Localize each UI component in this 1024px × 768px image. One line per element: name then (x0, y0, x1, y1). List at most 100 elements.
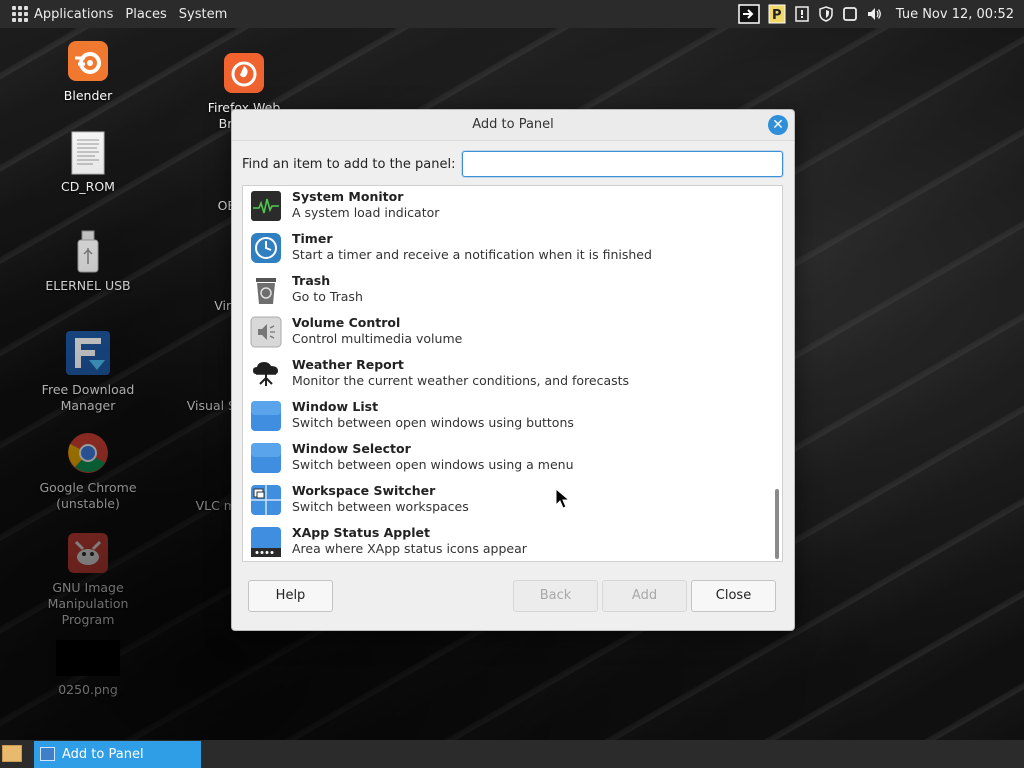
item-description: Area where XApp status icons appear (292, 541, 527, 556)
places-menu-label: Places (125, 6, 167, 22)
blender-icon (67, 40, 109, 82)
item-description: Switch between open windows using button… (292, 415, 574, 430)
item-description: Start a timer and receive a notification… (292, 247, 652, 262)
update-notifier-icon[interactable] (794, 6, 810, 22)
system-tray: P Tue Nov 12, 00:52 (738, 0, 1014, 28)
image-thumbnail-icon (56, 640, 120, 676)
desktop-icon-label: ELERNEL USB (45, 278, 131, 293)
item-name: Volume Control (292, 315, 401, 330)
applications-menu[interactable]: Applications (0, 0, 119, 28)
item-description: Switch between workspaces (292, 499, 469, 514)
item-name: Timer (292, 231, 333, 246)
chrome-icon (67, 432, 109, 474)
close-button[interactable]: Close (691, 580, 776, 612)
shield-icon[interactable] (818, 6, 834, 22)
search-row: Find an item to add to the panel: (242, 150, 783, 178)
app-grid-icon (12, 6, 28, 22)
close-icon[interactable]: ✕ (768, 115, 788, 135)
document-icon (67, 131, 109, 175)
window-icon[interactable] (842, 6, 858, 22)
taskbar-item-add-to-panel[interactable]: Add to Panel (34, 741, 201, 768)
list-item-window-list[interactable]: Window List Switch between open windows … (243, 396, 763, 438)
list-item-system-monitor[interactable]: System Monitor A system load indicator (243, 186, 763, 228)
usb-drive-icon (67, 230, 109, 273)
desktop-icon-label: 0250.png (58, 682, 118, 697)
timer-icon (250, 232, 282, 264)
desktop-icon-label: Google Chrome (unstable) (39, 480, 137, 511)
applications-menu-label: Applications (34, 6, 114, 22)
pin-icon[interactable]: P (768, 4, 786, 24)
desktop-icon-google-chrome[interactable]: Google Chrome (unstable) (33, 432, 143, 512)
item-name: Workspace Switcher (292, 483, 436, 498)
back-button[interactable]: Back (513, 580, 598, 612)
desktop-icon-label: CD_ROM (61, 179, 115, 194)
desktop-icon-free-download-manager[interactable]: Free Download Manager (33, 330, 143, 414)
add-button[interactable]: Add (602, 580, 687, 612)
clock[interactable]: Tue Nov 12, 00:52 (896, 7, 1014, 22)
desktop-icon-vlc[interactable]: VLC m (166, 498, 236, 514)
item-name: Trash (292, 273, 331, 288)
search-input[interactable] (461, 151, 783, 177)
applet-list[interactable]: System Monitor A system load indicator T… (242, 185, 783, 562)
desktop-icon-png-file[interactable]: 0250.png (33, 640, 143, 698)
desktop-icon-label: VLC m (195, 498, 236, 513)
desktop-icon-virtualbox[interactable]: Virt (176, 298, 236, 314)
workspace-switcher-icon (250, 484, 282, 516)
list-item-workspace-switcher[interactable]: Workspace Switcher Switch between worksp… (243, 480, 763, 522)
bottom-panel: Add to Panel (0, 740, 1024, 768)
weather-icon (250, 358, 282, 390)
item-description: Control multimedia volume (292, 331, 463, 346)
list-item-volume-control[interactable]: Volume Control Control multimedia volume (243, 312, 763, 354)
desktop-icon-vscode[interactable]: Visual S (166, 398, 236, 414)
item-name: Window List (292, 399, 379, 414)
download-manager-icon (65, 330, 111, 376)
desktop-icon-usb[interactable]: ELERNEL USB (33, 230, 143, 294)
list-item-xapp-status-applet[interactable]: XApp Status Applet Area where XApp statu… (243, 522, 763, 561)
item-name: Weather Report (292, 357, 404, 372)
desktop-icon-cd-rom[interactable]: CD_ROM (33, 131, 143, 195)
item-description: A system load indicator (292, 205, 440, 220)
volume-icon (250, 316, 282, 348)
system-menu-label: System (178, 6, 228, 22)
top-panel: Applications Places System P Tue Nov 12,… (0, 0, 1024, 28)
desktop-icon-label: Virt (214, 298, 236, 313)
svg-text:P: P (772, 8, 782, 23)
window-list-icon (250, 400, 282, 432)
xapp-status-icon (250, 526, 282, 558)
gimp-icon (67, 532, 109, 574)
item-description: Go to Trash (292, 289, 363, 304)
system-monitor-icon (250, 190, 282, 222)
show-desktop-icon[interactable] (2, 745, 22, 762)
list-item-trash[interactable]: Trash Go to Trash (243, 270, 763, 312)
trash-icon (250, 274, 282, 306)
item-description: Switch between open windows using a menu (292, 457, 574, 472)
help-button[interactable]: Help (248, 580, 333, 612)
desktop-icon-label: GNU Image Manipulation Program (47, 580, 129, 627)
places-menu[interactable]: Places (119, 0, 172, 28)
list-item-weather-report[interactable]: Weather Report Monitor the current weath… (243, 354, 763, 396)
desktop-icon-label: Blender (63, 88, 113, 103)
taskbar-item-label: Add to Panel (62, 747, 144, 762)
firefox-icon (223, 52, 265, 94)
desktop-icon-label: Free Download Manager (41, 382, 135, 413)
item-description: Monitor the current weather conditions, … (292, 373, 630, 388)
volume-icon[interactable] (866, 6, 882, 22)
desktop-icon-blender[interactable]: Blender (33, 40, 143, 104)
item-name: XApp Status Applet (292, 525, 430, 540)
add-to-panel-dialog: Add to Panel ✕ Find an item to add to th… (231, 109, 795, 631)
list-item-window-selector[interactable]: Window Selector Switch between open wind… (243, 438, 763, 480)
desktop-icon-gimp[interactable]: GNU Image Manipulation Program (33, 532, 143, 628)
item-name: System Monitor (292, 189, 404, 204)
system-menu[interactable]: System (173, 0, 233, 28)
list-item-timer[interactable]: Timer Start a timer and receive a notifi… (243, 228, 763, 270)
search-label: Find an item to add to the panel: (242, 156, 456, 172)
desktop-icon-label: Visual S (186, 398, 236, 413)
scrollbar-thumb[interactable] (775, 489, 779, 559)
window-selector-icon (250, 442, 282, 474)
dialog-title: Add to Panel (232, 110, 794, 141)
mouse-cursor-icon (555, 488, 571, 509)
screen-share-icon[interactable] (738, 4, 760, 24)
item-name: Window Selector (292, 441, 411, 456)
desktop-icon-label: OB (217, 198, 236, 213)
desktop-icon-obs[interactable]: OB (176, 198, 236, 214)
